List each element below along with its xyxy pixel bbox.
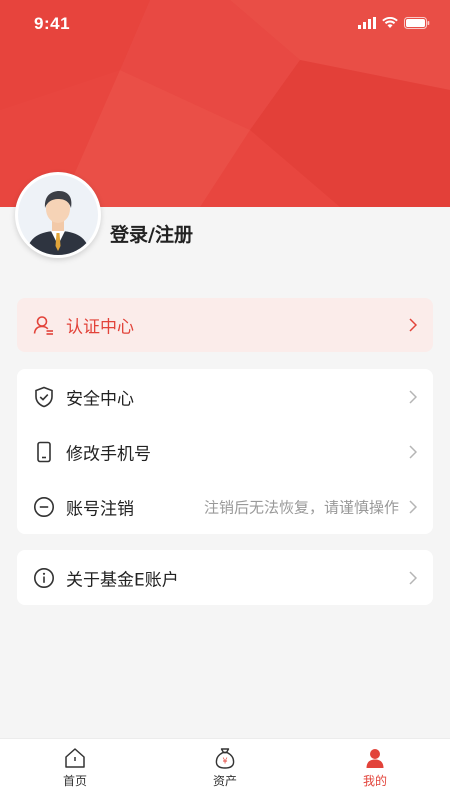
status-icons: [358, 14, 430, 33]
signal-icon: [358, 14, 376, 33]
account-settings-card: 安全中心 修改手机号 账号注销 注销后无法恢复，请谨慎操作: [17, 369, 433, 534]
info-icon: [34, 567, 54, 588]
user-icon: [366, 749, 384, 768]
chevron-right-icon: [409, 499, 417, 514]
phone-icon: [37, 441, 51, 462]
tab-home-label: 首页: [62, 774, 87, 788]
change-phone-label: 修改手机号: [66, 444, 151, 464]
status-time: 9:41: [34, 14, 71, 33]
status-bar: 9:41: [0, 0, 450, 50]
cancel-account-row[interactable]: 账号注销 注销后无法恢复，请谨慎操作: [17, 479, 433, 534]
login-register-link[interactable]: 登录/注册: [110, 220, 193, 247]
chevron-right-icon: [409, 318, 417, 332]
security-center-row[interactable]: 安全中心: [17, 369, 433, 424]
user-avatar-icon: [18, 175, 98, 255]
bottom-tab-bar: 首页 ¥ 资产 我的: [0, 738, 450, 800]
wifi-icon: [382, 14, 398, 33]
cancel-account-label: 账号注销: [66, 499, 134, 519]
about-label: 关于基金E账户: [66, 570, 179, 590]
tab-assets[interactable]: ¥ 资产: [150, 739, 300, 800]
battery-icon: [404, 14, 430, 33]
security-center-label: 安全中心: [66, 389, 134, 409]
user-certify-icon: [33, 316, 53, 335]
change-phone-row[interactable]: 修改手机号: [17, 424, 433, 479]
minus-circle-icon: [34, 496, 54, 517]
home-icon: [65, 748, 85, 768]
certification-center-card[interactable]: 认证中心: [17, 298, 433, 352]
about-row[interactable]: 关于基金E账户: [17, 550, 433, 605]
svg-text:¥: ¥: [222, 757, 227, 766]
chevron-right-icon: [409, 389, 417, 404]
tab-assets-label: 资产: [212, 774, 237, 788]
avatar[interactable]: [15, 172, 101, 258]
certification-center-label: 认证中心: [66, 317, 134, 338]
chevron-right-icon: [409, 444, 417, 459]
certification-center-row[interactable]: 认证中心: [17, 298, 433, 352]
tab-home[interactable]: 首页: [0, 739, 150, 800]
about-card[interactable]: 关于基金E账户: [17, 550, 433, 605]
cancel-account-hint: 注销后无法恢复，请谨慎操作: [203, 498, 399, 516]
shield-icon: [35, 386, 53, 407]
tab-mine-label: 我的: [362, 774, 387, 788]
chevron-right-icon: [409, 570, 417, 585]
tab-mine[interactable]: 我的: [300, 739, 450, 800]
money-bag-icon: ¥: [215, 748, 235, 769]
